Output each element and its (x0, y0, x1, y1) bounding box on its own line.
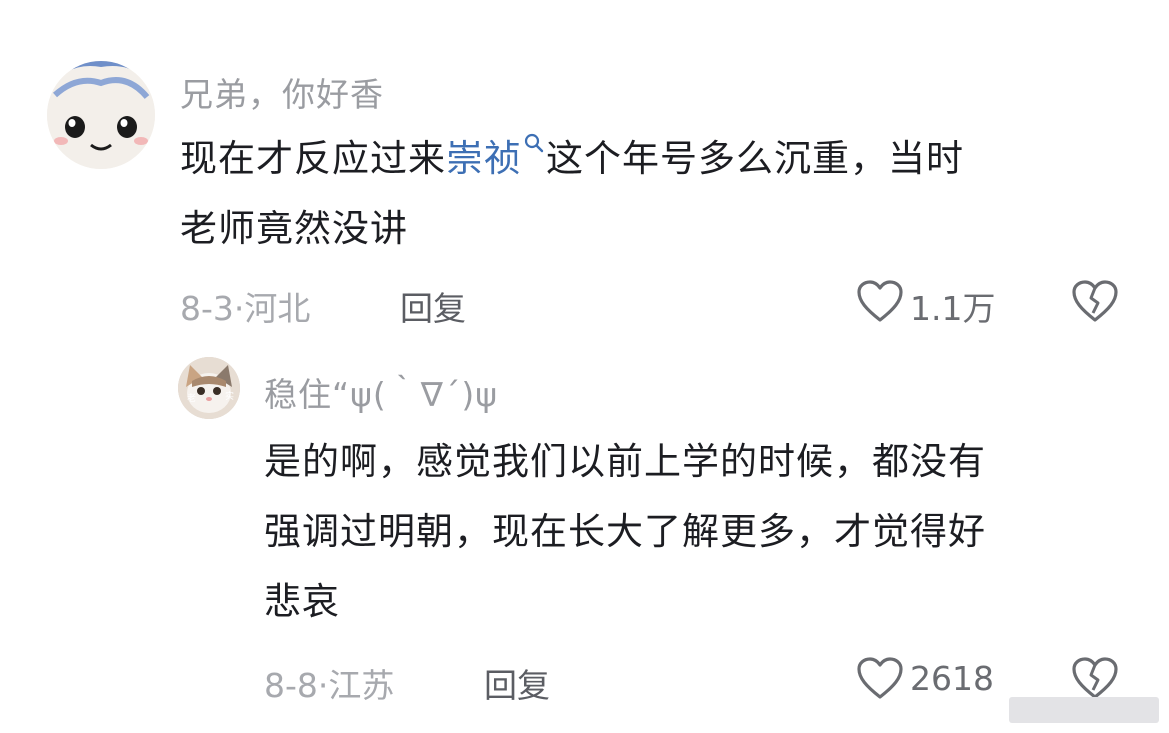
broken-heart-icon[interactable] (1071, 279, 1119, 323)
comment-line: 老师竟然没讲 (180, 207, 408, 250)
reply-button[interactable]: 回复 (400, 282, 466, 330)
comment-text-segment: 这个年号多么沉重，当时 (546, 137, 964, 180)
avatar-caption: 老 (187, 394, 197, 404)
avatar[interactable]: 老 实 (178, 357, 240, 419)
comment-line: 强调过明朝，现在长大了解更多，才觉得好 (264, 510, 986, 553)
comment-text: 是的啊，感觉我们以前上学的时候，都没有 强调过明朝，现在长大了解更多，才觉得好 … (264, 427, 1124, 637)
comment-text: 现在才反应过来崇祯 这个年号多么沉重，当时 老师竟然没讲 (180, 124, 1120, 264)
heart-outline-icon[interactable] (856, 656, 904, 700)
comment-line: 悲哀 (264, 580, 340, 623)
heart-outline-icon[interactable] (856, 279, 904, 323)
like-count: 1.1万 (910, 289, 996, 328)
comment-username[interactable]: 稳住“ψ(｀∇´)ψ (264, 368, 498, 416)
comment-date-location: 8-3·河北 (180, 289, 311, 328)
keyword-link[interactable]: 崇祯 (446, 137, 522, 180)
comment-username[interactable]: 兄弟，你好香 (180, 68, 384, 116)
like-count: 2618 (910, 659, 994, 698)
avatar[interactable] (47, 61, 155, 169)
reply-button[interactable]: 回复 (484, 659, 550, 707)
comment-line: 是的啊，感觉我们以前上学的时候，都没有 (264, 440, 986, 483)
comment-text-segment: 现在才反应过来 (180, 137, 446, 180)
comment-date-location: 8-8·江苏 (264, 666, 395, 705)
watermark (1009, 697, 1159, 723)
comment-line: 现在才反应过来崇祯 这个年号多么沉重，当时 (180, 124, 1120, 194)
broken-heart-icon[interactable] (1071, 656, 1119, 700)
search-icon[interactable] (522, 124, 546, 164)
avatar-caption: 实 (224, 392, 234, 402)
